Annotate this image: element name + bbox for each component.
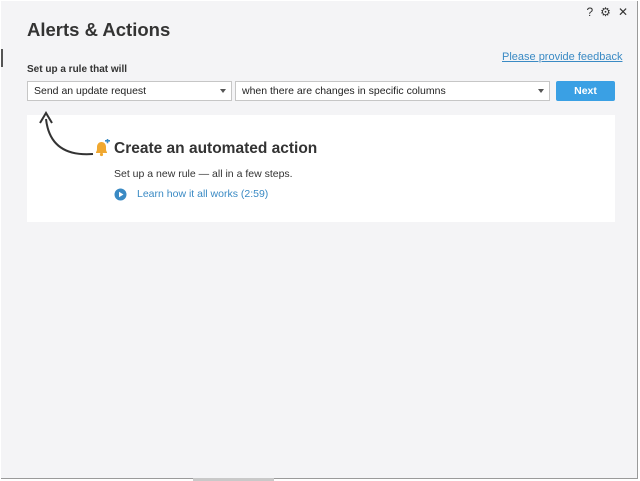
feedback-link[interactable]: Please provide feedback <box>502 51 622 63</box>
rule-label: Set up a rule that will <box>27 64 128 75</box>
page-title: Alerts & Actions <box>27 19 171 40</box>
chevron-down-icon <box>538 89 544 93</box>
action-select-value: Send an update request <box>34 85 147 97</box>
learn-how-link[interactable]: Learn how it all works (2:59) <box>137 188 268 200</box>
bell-plus-icon <box>96 139 110 157</box>
gear-icon[interactable]: ⚙ <box>600 5 611 19</box>
curved-arrow-icon <box>39 111 94 156</box>
alerts-actions-dialog: Alerts & Actions ? ⚙ ✕ Please provide fe… <box>1 1 638 479</box>
chevron-down-icon <box>220 89 226 93</box>
close-icon[interactable]: ✕ <box>618 5 628 19</box>
trigger-select-value: when there are changes in specific colum… <box>242 85 446 97</box>
action-select[interactable]: Send an update request <box>27 81 232 101</box>
help-icon[interactable]: ? <box>586 5 593 19</box>
next-button[interactable]: Next <box>556 81 615 101</box>
window-controls: ? ⚙ ✕ <box>586 5 628 19</box>
panel-heading: Create an automated action <box>114 140 318 157</box>
play-icon[interactable] <box>114 188 127 201</box>
trigger-select[interactable]: when there are changes in specific colum… <box>235 81 550 101</box>
panel-subtext: Set up a new rule — all in a few steps. <box>114 168 293 180</box>
window-edge-marker <box>1 49 3 67</box>
